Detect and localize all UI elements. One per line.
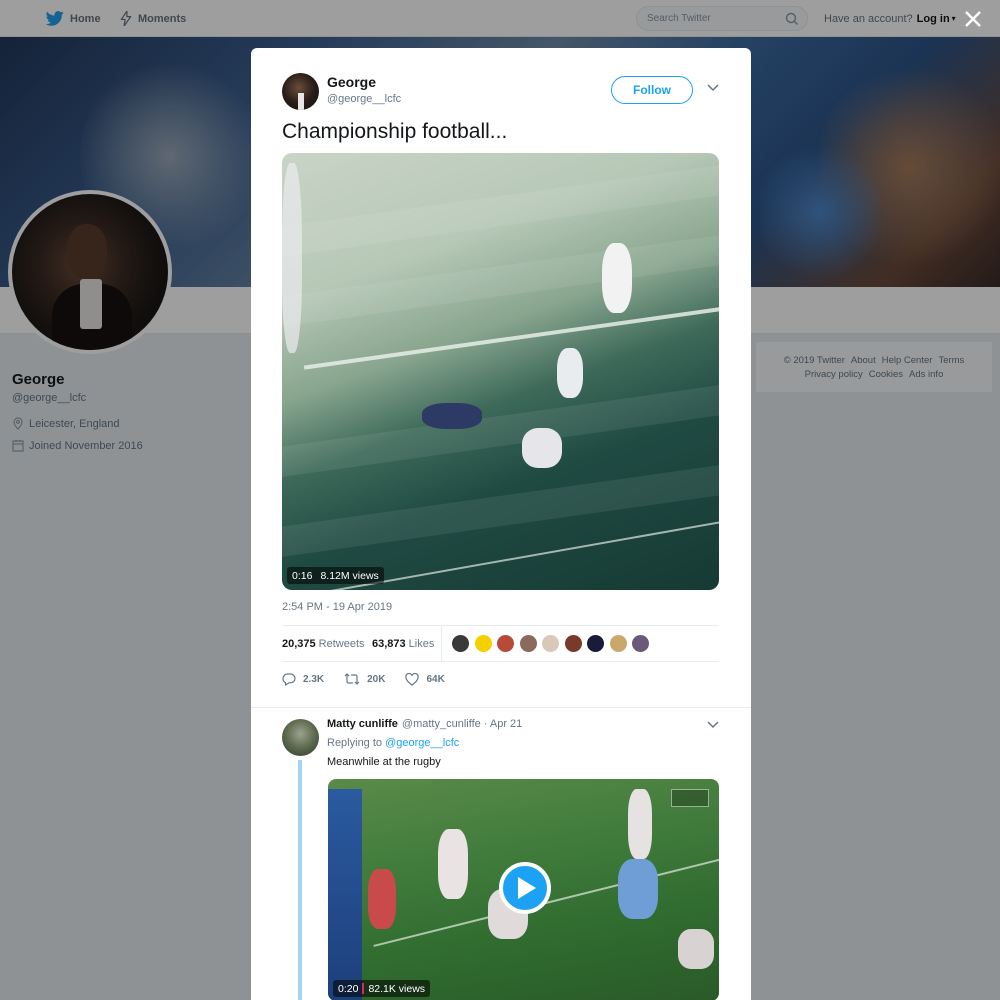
retweet-action-count: 20K xyxy=(367,673,386,685)
tweet-author-name[interactable]: George xyxy=(327,74,376,90)
reply-date[interactable]: · Apr 21 xyxy=(484,718,523,730)
heart-icon xyxy=(405,672,420,686)
tweet-modal: George @george__lcfc Follow Championship… xyxy=(251,48,751,1000)
chevron-down-icon[interactable] xyxy=(707,84,719,92)
likes-stat[interactable]: 63,873 Likes xyxy=(372,626,434,662)
liker-avatar[interactable] xyxy=(518,634,538,653)
tweet-stats: 20,375 Retweets 63,873 Likes xyxy=(282,625,719,662)
replying-prefix: Replying to xyxy=(327,737,383,749)
reply-header: Matty cunliffe @matty_cunliffe · Apr 21 xyxy=(327,718,522,730)
reply-separator xyxy=(251,698,751,708)
like-action-count: 64K xyxy=(426,673,445,685)
tweet-actions: 2.3K 20K 64K xyxy=(282,668,465,690)
reply-video-views: 82.1K views xyxy=(368,982,426,995)
tweet-timestamp[interactable]: 2:54 PM - 19 Apr 2019 xyxy=(282,601,392,613)
video-duration: 0:16 xyxy=(292,569,313,582)
tweet-text: Championship football... xyxy=(282,120,508,143)
tweet-video[interactable]: 0:16 8.12M views xyxy=(282,153,719,590)
video-meta: 0:16 8.12M views xyxy=(287,567,384,584)
reply-video-duration: 0:20 xyxy=(338,982,359,995)
reply-video[interactable]: 0:20 82.1K views xyxy=(328,779,719,1000)
reply-chevron-down-icon[interactable] xyxy=(707,721,719,729)
reply-author-avatar[interactable] xyxy=(282,719,319,756)
reply-icon xyxy=(282,672,296,686)
close-icon[interactable] xyxy=(962,8,984,30)
retweet-button[interactable]: 20K xyxy=(344,673,385,685)
liker-avatar[interactable] xyxy=(541,634,560,653)
follow-button[interactable]: Follow xyxy=(611,76,693,104)
liker-avatar[interactable] xyxy=(451,634,470,653)
likes-count: 63,873 xyxy=(372,638,406,650)
liker-avatar[interactable] xyxy=(496,634,515,653)
liker-avatar[interactable] xyxy=(608,634,628,653)
liker-avatar[interactable] xyxy=(563,634,583,653)
thread-line xyxy=(298,760,302,1000)
reply-button[interactable]: 2.3K xyxy=(282,672,325,686)
play-icon xyxy=(518,877,536,899)
likers-avatars xyxy=(451,634,654,653)
retweet-icon xyxy=(344,673,360,685)
reply-author-name[interactable]: Matty cunliffe xyxy=(327,718,398,730)
reply-author-handle[interactable]: @matty_cunliffe xyxy=(402,718,481,730)
play-button[interactable] xyxy=(499,862,551,914)
like-button[interactable]: 64K xyxy=(405,672,445,686)
reply-text: Meanwhile at the rugby xyxy=(327,756,441,768)
retweets-count: 20,375 xyxy=(282,638,316,650)
replying-to: Replying to @george__lcfc xyxy=(327,737,459,749)
tweet-author-handle[interactable]: @george__lcfc xyxy=(327,93,401,105)
reply-video-meta: 0:20 82.1K views xyxy=(333,980,431,997)
tweet-author-avatar[interactable] xyxy=(282,73,319,110)
reply-count: 2.3K xyxy=(303,673,325,685)
likes-label: Likes xyxy=(408,638,435,650)
liker-avatar[interactable] xyxy=(473,634,493,653)
retweets-label: Retweets xyxy=(318,638,365,650)
liker-avatar[interactable] xyxy=(586,634,605,653)
retweets-stat[interactable]: 20,375 Retweets xyxy=(282,626,365,662)
liker-avatar[interactable] xyxy=(631,634,650,653)
video-views: 8.12M views xyxy=(320,569,379,582)
replying-mention-link[interactable]: @george__lcfc xyxy=(385,737,459,749)
